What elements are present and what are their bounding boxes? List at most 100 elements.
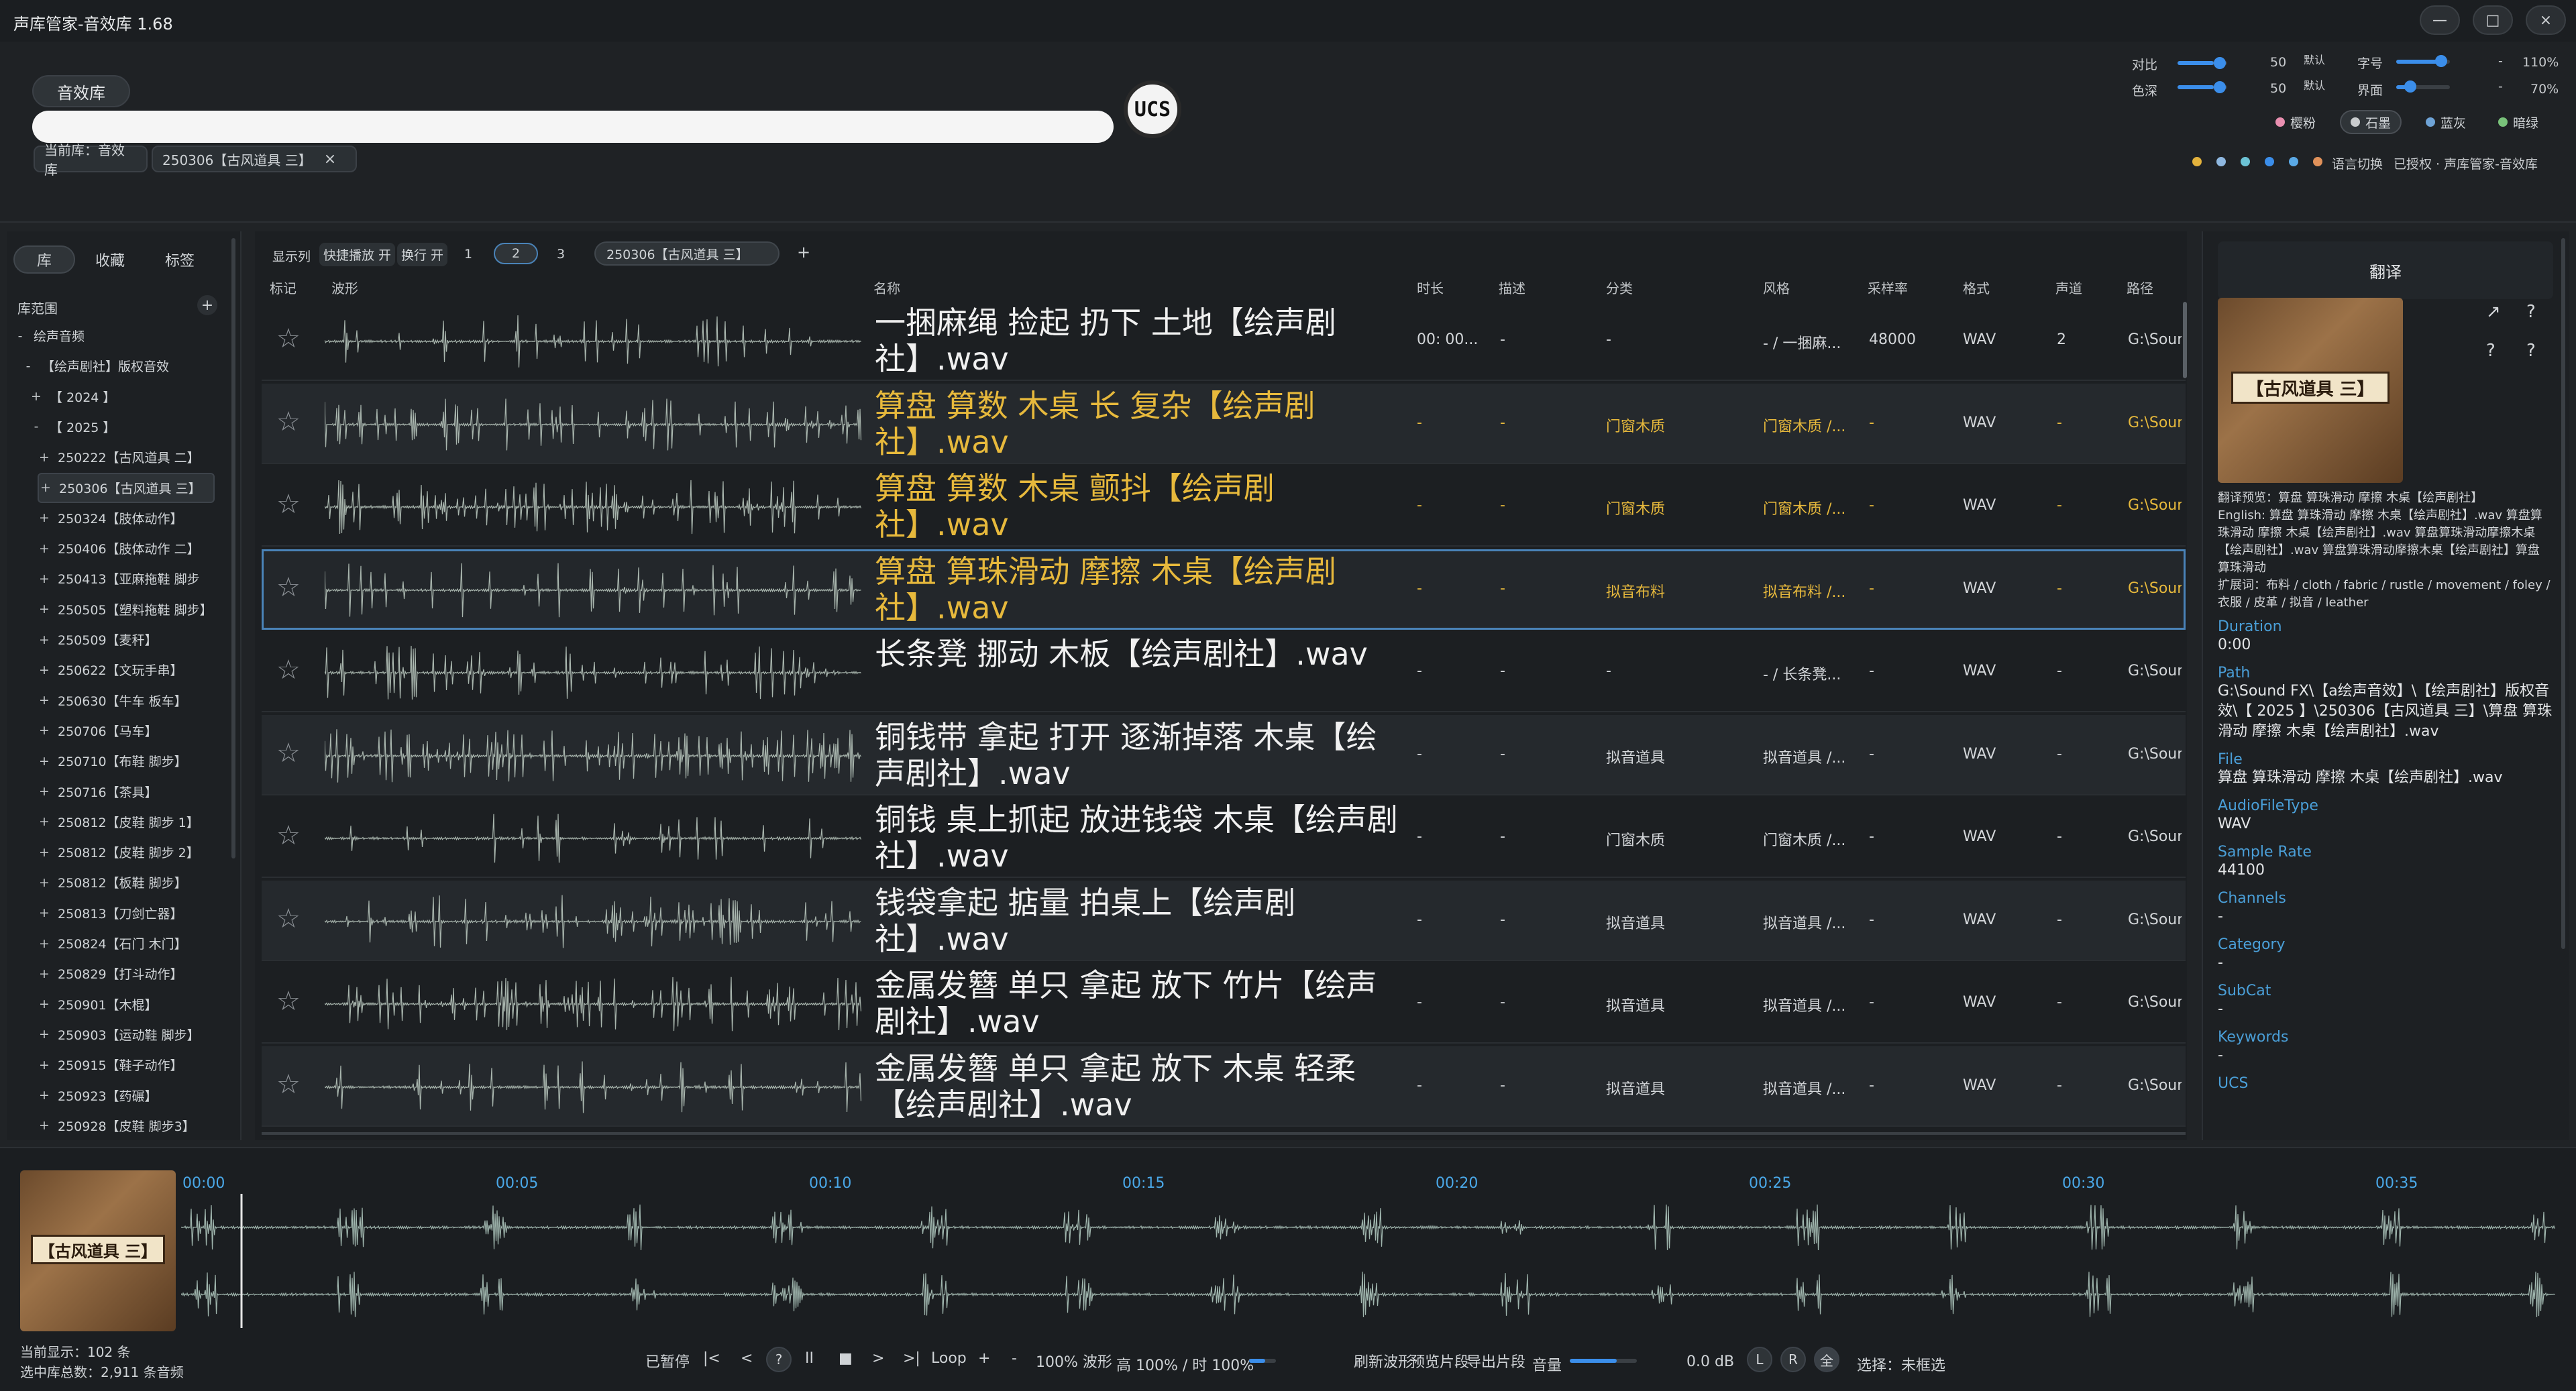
close-icon[interactable]: × bbox=[324, 151, 336, 168]
tree-item[interactable]: +250406【肢体动作 二】 bbox=[38, 533, 215, 563]
ucs-badge[interactable]: UCS bbox=[1124, 80, 1181, 138]
accent-dot-icon[interactable] bbox=[2265, 157, 2274, 166]
search-input[interactable] bbox=[32, 111, 1114, 143]
prev-button[interactable]: < bbox=[741, 1350, 753, 1367]
all-channels-button[interactable]: 全 bbox=[1814, 1347, 1839, 1372]
minimize-button[interactable]: — bbox=[2420, 5, 2460, 35]
favorite-star-icon[interactable]: ☆ bbox=[276, 406, 301, 437]
row-waveform[interactable] bbox=[325, 477, 861, 537]
row-waveform[interactable] bbox=[325, 643, 861, 703]
help-icon[interactable]: ? bbox=[2526, 341, 2536, 361]
row-waveform[interactable] bbox=[325, 1057, 861, 1117]
expand-icon[interactable]: + bbox=[38, 784, 51, 799]
skip-start-button[interactable]: |< bbox=[703, 1350, 720, 1367]
tab-tags[interactable]: 标签 bbox=[149, 245, 211, 274]
favorite-star-icon[interactable]: ☆ bbox=[276, 323, 301, 354]
tree-item[interactable]: +250630【牛车 板车】 bbox=[38, 685, 215, 716]
expand-icon[interactable]: + bbox=[38, 966, 51, 981]
tree-item[interactable]: +250915【鞋子动作】 bbox=[38, 1050, 215, 1080]
tree-item[interactable]: +250413【亚麻拖鞋 脚步 bbox=[38, 563, 215, 594]
close-window-button[interactable]: × bbox=[2526, 5, 2566, 35]
tree-item[interactable]: +250812【皮鞋 脚步 2】 bbox=[38, 837, 215, 867]
tree-item[interactable]: +250928【皮鞋 脚步3】 bbox=[38, 1111, 215, 1141]
col-path[interactable]: 路径 bbox=[2127, 278, 2153, 297]
row-waveform[interactable] bbox=[325, 394, 861, 455]
favorite-star-icon[interactable]: ☆ bbox=[276, 903, 301, 934]
saturation-slider-knob[interactable] bbox=[2214, 81, 2226, 93]
theme-darkgreen-chip[interactable]: 暗绿 bbox=[2489, 110, 2548, 134]
file-name[interactable]: 金属发簪 单只 拿起 放下 木桌 轻柔【绘声剧社】.wav bbox=[875, 1050, 1398, 1124]
page-2-button[interactable]: 2 bbox=[494, 243, 538, 264]
volume-slider[interactable] bbox=[1570, 1359, 1637, 1363]
tree-item[interactable]: +250901【木棍】 bbox=[38, 989, 215, 1019]
preview-clip-button[interactable]: 预览片段 bbox=[1410, 1350, 1469, 1372]
add-tab-button[interactable]: + bbox=[797, 243, 810, 262]
col-samplerate[interactable]: 采样率 bbox=[1868, 278, 1908, 297]
favorite-star-icon[interactable]: ☆ bbox=[276, 1069, 301, 1100]
next-button[interactable]: > bbox=[872, 1350, 884, 1367]
col-mark[interactable]: 标记 bbox=[270, 278, 297, 297]
left-channel-button[interactable]: L bbox=[1747, 1347, 1772, 1372]
library-button[interactable]: 音效库 bbox=[32, 75, 130, 107]
expand-icon[interactable]: + bbox=[38, 814, 51, 829]
refresh-waveform-button[interactable]: 刷新波形 bbox=[1354, 1350, 1413, 1372]
expand-icon[interactable]: + bbox=[38, 1118, 51, 1133]
help-icon[interactable]: ? bbox=[2526, 302, 2536, 322]
page-3-button[interactable]: 3 bbox=[557, 247, 565, 262]
tree-item[interactable]: - 【 2025 】 bbox=[30, 412, 215, 442]
stop-button[interactable]: ■ bbox=[839, 1350, 853, 1367]
expand-icon[interactable]: + bbox=[38, 845, 51, 860]
ui-scale-slider-knob[interactable] bbox=[2404, 80, 2416, 93]
favorite-star-icon[interactable]: ☆ bbox=[276, 820, 301, 851]
accent-dot-icon[interactable] bbox=[2241, 157, 2250, 166]
zoom-in-button[interactable]: + bbox=[978, 1350, 990, 1367]
show-columns-button[interactable]: 显示列 bbox=[272, 247, 311, 265]
export-clip-button[interactable]: 导出片段 bbox=[1466, 1350, 1525, 1372]
wrap-toggle[interactable]: 换行 开 bbox=[397, 243, 448, 266]
skip-end-button[interactable]: >| bbox=[903, 1350, 920, 1367]
theme-bluegray-chip[interactable]: 蓝灰 bbox=[2416, 110, 2475, 134]
font-size-minus[interactable]: - bbox=[2498, 54, 2503, 68]
language-switch[interactable]: 语言切换 bbox=[2332, 154, 2383, 172]
table-scrollbar[interactable] bbox=[2183, 302, 2187, 378]
tree-item[interactable]: +250324【肢体动作】 bbox=[38, 503, 215, 533]
tree-item[interactable]: +250509【麦秆】 bbox=[38, 624, 215, 655]
accent-dot-icon[interactable] bbox=[2313, 157, 2322, 166]
favorite-star-icon[interactable]: ☆ bbox=[276, 655, 301, 685]
accent-dot-icon[interactable] bbox=[2216, 157, 2226, 166]
tree-item[interactable]: +250813【刀剑亡器】 bbox=[38, 898, 215, 928]
loop-button[interactable]: Loop bbox=[931, 1350, 967, 1367]
theme-sakura-chip[interactable]: 樱粉 bbox=[2266, 110, 2325, 134]
tree-item[interactable]: +250706【马车】 bbox=[38, 716, 215, 746]
expand-icon[interactable]: + bbox=[38, 1088, 51, 1103]
favorite-star-icon[interactable]: ☆ bbox=[276, 489, 301, 520]
contrast-slider-knob[interactable] bbox=[2214, 57, 2226, 69]
file-name[interactable]: 铜钱 桌上抓起 放进钱袋 木桌【绘声剧社】.wav bbox=[875, 801, 1398, 875]
expand-icon[interactable]: + bbox=[30, 389, 43, 404]
expand-icon[interactable]: + bbox=[38, 541, 51, 556]
zoom-out-button[interactable]: - bbox=[1012, 1350, 1017, 1367]
tree-item[interactable]: +250923【药碾】 bbox=[38, 1080, 215, 1111]
row-waveform[interactable] bbox=[325, 560, 861, 620]
col-format[interactable]: 格式 bbox=[1963, 278, 1990, 297]
left-scrollbar[interactable] bbox=[231, 238, 235, 858]
add-scope-button[interactable]: + bbox=[197, 295, 217, 315]
tree-item[interactable]: - 【绘声剧社】版权音效 bbox=[21, 351, 215, 381]
file-name[interactable]: 算盘 算珠滑动 摩擦 木桌【绘声剧社】.wav bbox=[875, 553, 1398, 627]
help-icon[interactable]: ? bbox=[2486, 341, 2496, 361]
zoom-slider[interactable] bbox=[1249, 1359, 1276, 1363]
font-size-slider-knob[interactable] bbox=[2435, 55, 2447, 67]
info-scrollbar[interactable] bbox=[2561, 238, 2565, 949]
collapse-icon[interactable]: - bbox=[21, 359, 35, 374]
expand-icon[interactable]: + bbox=[38, 450, 51, 465]
expand-icon[interactable]: + bbox=[38, 693, 51, 708]
pause-button[interactable]: II bbox=[805, 1350, 814, 1367]
collapse-icon[interactable]: - bbox=[13, 329, 27, 343]
col-style[interactable]: 风格 bbox=[1763, 278, 1790, 297]
theme-graphite-chip[interactable]: 石墨 bbox=[2340, 110, 2402, 134]
file-name[interactable]: 长条凳 挪动 木板【绘声剧社】.wav bbox=[875, 636, 1398, 710]
expand-icon[interactable]: + bbox=[39, 480, 52, 495]
folder-tab[interactable]: 250306【古风道具 三】 bbox=[594, 241, 780, 266]
tab-favorites[interactable]: 收藏 bbox=[79, 245, 141, 274]
expand-icon[interactable]: + bbox=[38, 632, 51, 647]
